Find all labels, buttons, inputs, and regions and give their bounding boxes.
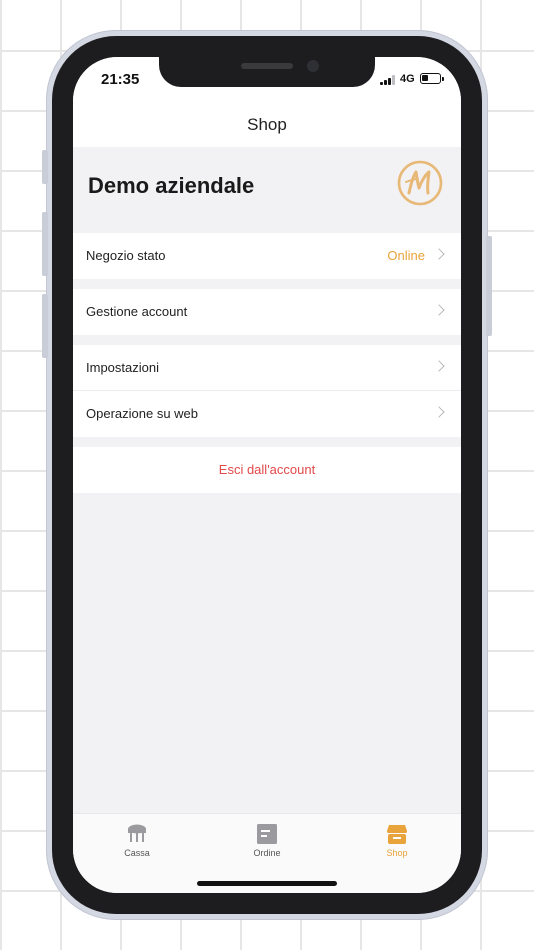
network-type: 4G [400, 73, 415, 85]
home-indicator [197, 881, 337, 886]
speaker-grille [241, 63, 293, 69]
chevron-right-icon [433, 248, 445, 260]
shop-header: Demo aziendale [73, 147, 461, 233]
notch [159, 57, 375, 87]
page-title: Shop [247, 115, 287, 134]
battery-icon [420, 73, 444, 84]
cash-register-icon [128, 824, 146, 842]
menu-group-status: Negozio stato Online [73, 233, 461, 279]
tab-label: Ordine [253, 848, 281, 858]
tab-shop[interactable]: Shop [352, 824, 442, 858]
logout-label: Esci dall'account [218, 462, 316, 477]
chevron-right-icon [433, 304, 445, 316]
chevron-right-icon [433, 360, 445, 372]
menu-item-label: Operazione su web [86, 406, 199, 421]
power-button [486, 236, 492, 336]
menu-group-account: Gestione account [73, 289, 461, 335]
tab-label: Shop [386, 848, 408, 858]
front-camera [307, 60, 319, 72]
menu-item-label: Gestione account [86, 304, 188, 319]
screen: 21:35 4G Shop Demo aziendale Negozio sta… [73, 57, 461, 893]
shop-status-value: Online [387, 248, 425, 263]
shop-icon [387, 825, 407, 844]
order-icon [257, 824, 277, 844]
menu-item-account-management[interactable]: Gestione account [73, 289, 461, 335]
logout-button[interactable]: Esci dall'account [73, 447, 461, 493]
tab-label: Cassa [124, 848, 150, 858]
menu-group-settings: Impostazioni Operazione su web [73, 345, 461, 437]
navigation-bar: Shop [73, 101, 461, 147]
menu-item-settings[interactable]: Impostazioni [73, 345, 461, 391]
tab-ordine[interactable]: Ordine [222, 824, 312, 858]
signal-icon [380, 75, 396, 85]
brand-m-logo-icon [397, 160, 443, 206]
mute-switch [42, 150, 48, 184]
status-time: 21:35 [101, 71, 140, 88]
tab-cassa[interactable]: Cassa [92, 824, 182, 858]
menu-item-label: Impostazioni [86, 360, 159, 375]
chevron-right-icon [433, 406, 445, 418]
menu-item-web-operation[interactable]: Operazione su web [73, 391, 461, 437]
volume-down-button [42, 294, 48, 358]
menu-item-shop-status[interactable]: Negozio stato Online [73, 233, 461, 279]
menu-item-label: Negozio stato [86, 248, 166, 263]
volume-up-button [42, 212, 48, 276]
shop-name: Demo aziendale [88, 173, 255, 198]
